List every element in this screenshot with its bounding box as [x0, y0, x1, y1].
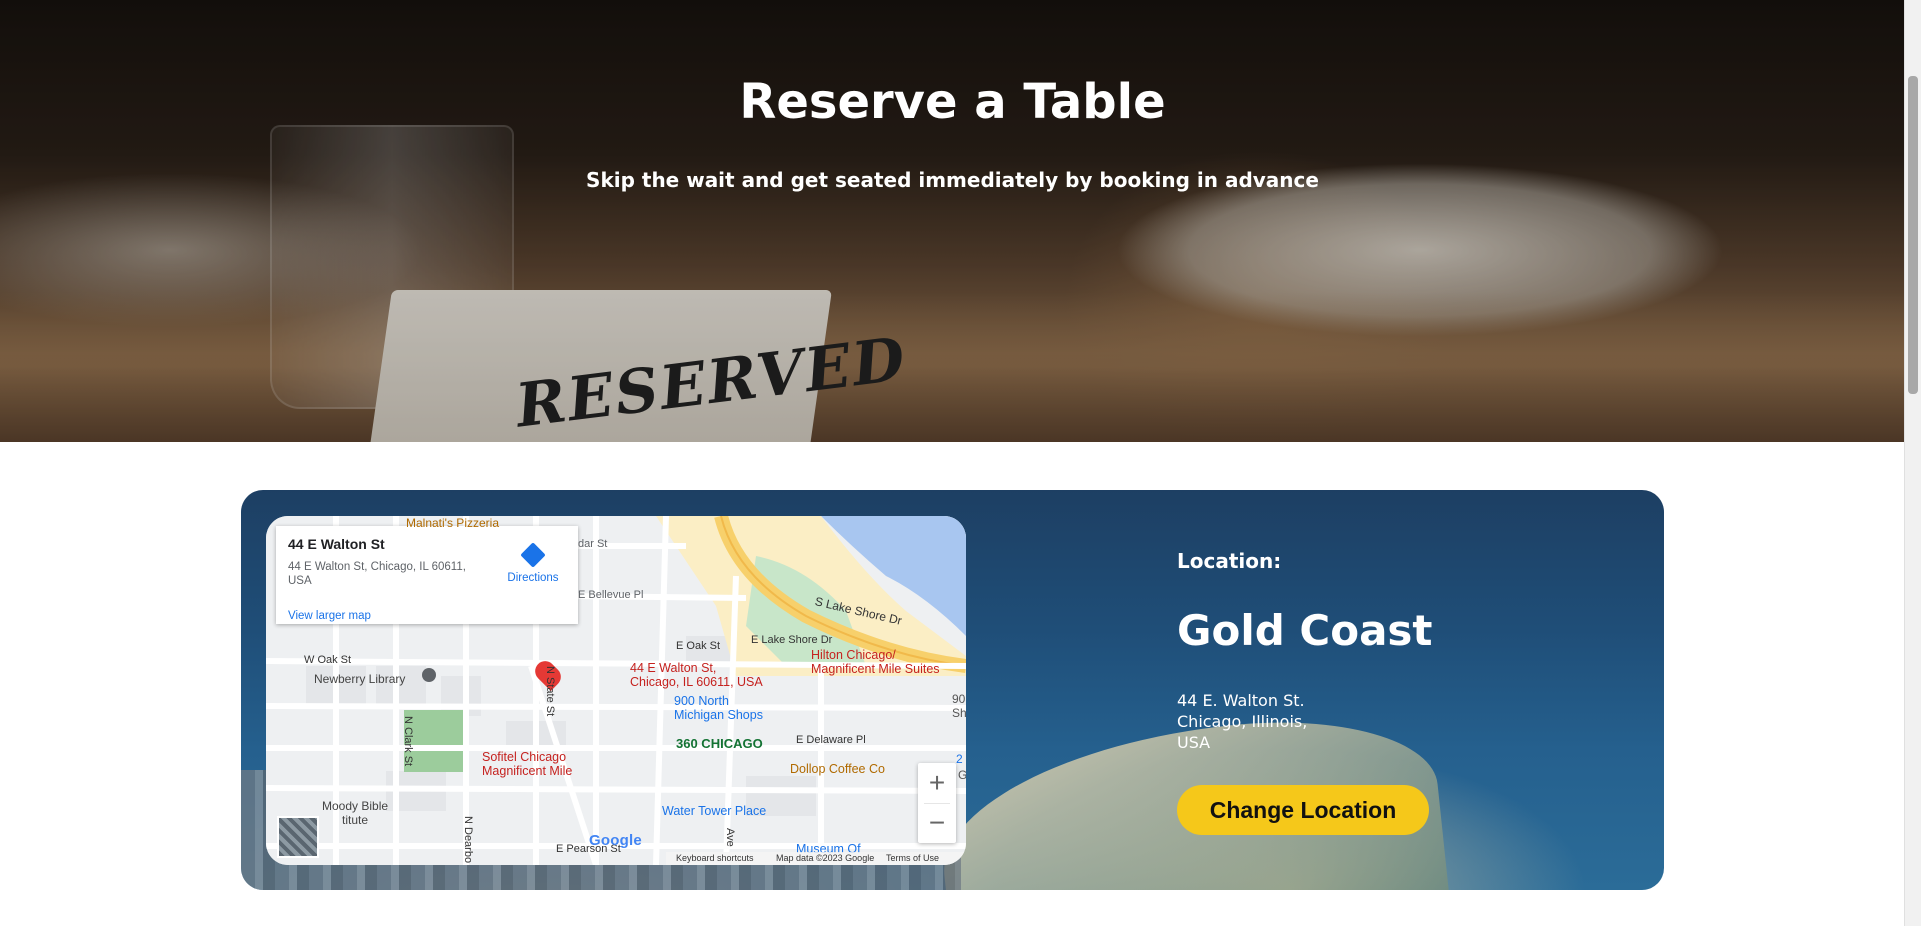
map-label-water-tower[interactable]: Water Tower Place — [662, 804, 766, 818]
zoom-in-button[interactable]: + — [918, 763, 956, 803]
location-name: Gold Coast — [1177, 606, 1433, 655]
map-info-title: 44 E Walton St — [288, 536, 385, 552]
map-label-bellevue: E Bellevue Pl — [578, 589, 644, 601]
zoom-out-button[interactable]: − — [918, 803, 956, 843]
hero-banner: RESERVED Reserve a Table Skip the wait a… — [0, 0, 1905, 442]
map-label-delaware: E Delaware Pl — [796, 734, 866, 746]
map-label-360-chicago[interactable]: 360 CHICAGO — [676, 736, 763, 751]
map-label-dollop[interactable]: Dollop Coffee Co — [790, 762, 885, 776]
map-label-malnatis[interactable]: Malnati's Pizzeria — [406, 516, 499, 530]
page-scrollbar[interactable] — [1904, 0, 1921, 926]
keyboard-shortcuts-link[interactable]: Keyboard shortcuts — [676, 853, 754, 863]
google-map[interactable]: 44 E Walton St 44 E Walton St, Chicago, … — [266, 516, 966, 865]
map-label-pin-address: 44 E Walton St, Chicago, IL 60611, USA — [630, 661, 763, 689]
map-label-edge-90: 90 Sh — [952, 692, 966, 720]
view-larger-map-link[interactable]: View larger map — [288, 610, 371, 622]
map-info-window: 44 E Walton St 44 E Walton St, Chicago, … — [276, 526, 578, 624]
map-label-cedar: dar St — [578, 538, 608, 550]
hero-overlay — [0, 0, 1905, 442]
address-line-1: 44 E. Walton St. — [1177, 691, 1305, 710]
map-label-edge-g: G — [958, 768, 966, 782]
map-data-text: Map data ©2023 Google — [776, 853, 875, 863]
map-label-n-clark: N Clark St — [402, 716, 414, 767]
directions-button[interactable]: Directions — [502, 542, 564, 586]
page-subtitle: Skip the wait and get seated immediately… — [586, 168, 1319, 192]
map-label-n-dearborn: N Dearbo — [462, 816, 474, 864]
directions-label: Directions — [507, 572, 559, 584]
change-location-button[interactable]: Change Location — [1177, 785, 1429, 835]
map-label-e-oak: E Oak St — [676, 640, 721, 652]
terms-of-use-link[interactable]: Terms of Use — [886, 853, 939, 863]
address-line-3: USA — [1177, 733, 1211, 752]
map-satellite-thumbnail[interactable] — [277, 816, 319, 858]
map-label-w-oak: W Oak St — [304, 654, 352, 666]
map-label-newberry[interactable]: Newberry Library — [314, 672, 405, 686]
map-label-edge-2: 2 — [956, 752, 963, 766]
map-label-sofitel[interactable]: Sofitel Chicago Magnificent Mile — [482, 750, 572, 778]
page-title: Reserve a Table — [739, 74, 1166, 130]
library-icon — [422, 668, 436, 682]
map-info-address: 44 E Walton St, Chicago, IL 60611, USA — [288, 561, 466, 587]
location-label: Location: — [1177, 549, 1282, 573]
directions-icon — [520, 542, 546, 568]
map-label-ave: Ave — [724, 828, 736, 847]
map-label-e-lake-shore: E Lake Shore Dr — [751, 634, 833, 646]
map-label-moody[interactable]: Moody Bible titute — [322, 799, 388, 827]
map-zoom-controls: + − — [918, 763, 956, 843]
scrollbar-thumb[interactable] — [1908, 76, 1918, 394]
google-logo: Google — [589, 832, 642, 849]
address-line-2: Chicago, Illinois, — [1177, 712, 1308, 731]
location-address: 44 E. Walton St. Chicago, Illinois, USA — [1177, 690, 1307, 753]
map-label-hilton[interactable]: Hilton Chicago/ Magnificent Mile Suites — [811, 648, 940, 676]
map-footer: Keyboard shortcuts Map data ©2023 Google… — [666, 852, 966, 865]
map-label-n-state: N State St — [544, 666, 556, 717]
google-logo-text: Google — [589, 832, 642, 849]
map-label-900-north[interactable]: 900 North Michigan Shops — [674, 694, 763, 722]
